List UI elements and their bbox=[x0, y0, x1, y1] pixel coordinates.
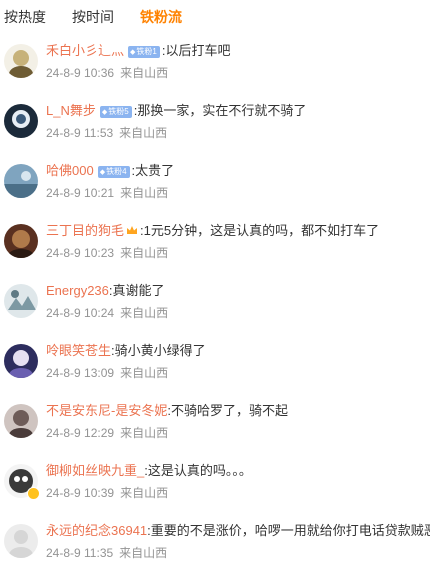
comment-line: L_N舞步 ◆铁粉5:那换一家，实在不行就不骑了 bbox=[46, 103, 307, 118]
comment-location: 来自山西 bbox=[120, 66, 169, 80]
username-link[interactable]: 三丁目的狗毛 bbox=[46, 223, 124, 238]
tab-by-hot[interactable]: 按热度 bbox=[4, 7, 46, 27]
username-link[interactable]: 哈佛000 bbox=[46, 163, 94, 178]
fan-badge: ◆铁粉1 bbox=[128, 46, 160, 58]
comment-line: 哈佛000 ◆铁粉4:太贵了 bbox=[46, 163, 175, 178]
comment-line: 三丁目的狗毛:1元5分钟，这是认真的吗，都不如打车了 bbox=[46, 223, 380, 238]
comment-line: 永远的纪念36941:重要的不是涨价，哈啰一用就给你打电话贷款贼恶心 bbox=[46, 522, 430, 540]
avatar[interactable] bbox=[4, 284, 38, 318]
username-link[interactable]: 呤眼笑苍生 bbox=[46, 343, 111, 358]
comment-text: 1元5分钟，这是认真的吗，都不如打车了 bbox=[143, 223, 380, 238]
avatar[interactable] bbox=[4, 224, 38, 258]
comment-meta: 24-8-9 11:53 来自山西 bbox=[46, 124, 167, 141]
comment-item: 三丁目的狗毛:1元5分钟，这是认真的吗，都不如打车了 24-8-9 10:23 来… bbox=[0, 222, 430, 282]
diamond-icon: ◆ bbox=[99, 169, 106, 176]
comment-time: 24-8-9 10:24 bbox=[46, 306, 115, 320]
fan-badge: ◆铁粉4 bbox=[97, 166, 130, 178]
comment-meta: 24-8-9 12:29 来自山西 bbox=[46, 424, 168, 441]
avatar[interactable] bbox=[4, 104, 38, 138]
comment-item: 禾白小彡辶灬 ◆铁粉1:以后打车吧 24-8-9 10:36 来自山西 bbox=[0, 42, 430, 102]
comment-item: 永远的纪念36941:重要的不是涨价，哈啰一用就给你打电话贷款贼恶心 24-8-… bbox=[0, 522, 430, 582]
comment-line: 呤眼笑苍生:骑小黄小绿得了 bbox=[46, 343, 206, 358]
comment-meta: 24-8-9 13:09 来自山西 bbox=[46, 364, 168, 381]
comment-item: 御柳如丝映九重_:这是认真的吗。。。 24-8-9 10:39 来自山西 bbox=[0, 462, 430, 522]
username-link[interactable]: 不是安东尼-是安冬妮 bbox=[46, 403, 167, 418]
fan-badge-label: 铁粉4 bbox=[106, 167, 127, 176]
comment-time: 24-8-9 10:23 bbox=[46, 246, 115, 260]
comment-location: 来自山西 bbox=[119, 126, 168, 140]
comment-line: 御柳如丝映九重_:这是认真的吗。。。 bbox=[46, 463, 252, 478]
comment-text: 太贵了 bbox=[135, 163, 175, 178]
comment-location: 来自山西 bbox=[120, 306, 169, 320]
comment-location: 来自山西 bbox=[120, 486, 169, 500]
crown-icon bbox=[127, 226, 138, 234]
username-link[interactable]: L_N舞步 bbox=[46, 103, 96, 118]
comment-text: 真谢能了 bbox=[112, 283, 165, 298]
comment-meta: 24-8-9 10:36 来自山西 bbox=[46, 64, 168, 81]
comment-text: 重要的不是涨价，哈啰一用就给你打电话贷款贼恶心 bbox=[150, 523, 430, 538]
avatar[interactable] bbox=[4, 404, 38, 438]
fan-badge: ◆铁粉5 bbox=[99, 106, 132, 118]
comment-time: 24-8-9 11:53 bbox=[46, 126, 114, 140]
fan-badge-label: 铁粉1 bbox=[136, 47, 157, 56]
comment-meta: 24-8-9 10:39 来自山西 bbox=[46, 484, 168, 501]
comment-meta: 24-8-9 10:21 来自山西 bbox=[46, 184, 168, 201]
comment-location: 来自山西 bbox=[120, 246, 169, 260]
username-link[interactable]: 御柳如丝映九重_ bbox=[46, 463, 144, 478]
comment-text: 不骑哈罗了，骑不起 bbox=[170, 403, 288, 418]
avatar[interactable] bbox=[4, 524, 38, 558]
comment-time: 24-8-9 13:09 bbox=[46, 366, 115, 380]
comment-line: Energy236:真谢能了 bbox=[46, 283, 165, 298]
comment-line: 不是安东尼-是安冬妮:不骑哈罗了，骑不起 bbox=[46, 403, 288, 418]
fan-badge-label: 铁粉5 bbox=[108, 107, 129, 116]
comment-item: Energy236:真谢能了 24-8-9 10:24 来自山西 bbox=[0, 282, 430, 342]
comment-item: L_N舞步 ◆铁粉5:那换一家，实在不行就不骑了 24-8-9 11:53 来自山西 bbox=[0, 102, 430, 162]
comment-meta: 24-8-9 10:24 来自山西 bbox=[46, 304, 168, 321]
username-link[interactable]: 禾白小彡辶灬 bbox=[46, 43, 124, 58]
diamond-icon: ◆ bbox=[130, 49, 136, 56]
comment-text: 以后打车吧 bbox=[165, 43, 231, 58]
comment-text: 这是认真的吗。。。 bbox=[147, 463, 252, 478]
avatar[interactable] bbox=[4, 344, 38, 378]
comment-location: 来自山西 bbox=[119, 546, 168, 560]
comment-meta: 24-8-9 10:23 来自山西 bbox=[46, 244, 168, 261]
comment-time: 24-8-9 11:35 bbox=[46, 546, 114, 560]
comment-time: 24-8-9 10:21 bbox=[46, 186, 115, 200]
verified-badge-icon bbox=[27, 487, 40, 500]
avatar[interactable] bbox=[4, 44, 38, 78]
comment-time: 24-8-9 10:36 bbox=[46, 66, 115, 80]
comment-meta: 24-8-9 11:35 来自山西 bbox=[46, 544, 167, 561]
comment-item: 呤眼笑苍生:骑小黄小绿得了 24-8-9 13:09 来自山西 bbox=[0, 342, 430, 402]
avatar[interactable] bbox=[4, 164, 38, 198]
tab-by-time[interactable]: 按时间 bbox=[72, 7, 114, 27]
comment-item: 哈佛000 ◆铁粉4:太贵了 24-8-9 10:21 来自山西 bbox=[0, 162, 430, 222]
comment-location: 来自山西 bbox=[120, 426, 169, 440]
comment-location: 来自山西 bbox=[120, 366, 169, 380]
comment-item: 不是安东尼-是安冬妮:不骑哈罗了，骑不起 24-8-9 12:29 来自山西 bbox=[0, 402, 430, 462]
comment-location: 来自山西 bbox=[120, 186, 169, 200]
diamond-icon: ◆ bbox=[101, 109, 108, 116]
comment-text: 骑小黄小绿得了 bbox=[114, 343, 206, 358]
comment-text: 那换一家，实在不行就不骑了 bbox=[137, 103, 307, 118]
comment-line: 禾白小彡辶灬 ◆铁粉1:以后打车吧 bbox=[46, 43, 231, 58]
tab-iron-fans[interactable]: 铁粉流 bbox=[140, 7, 182, 27]
username-link[interactable]: Energy236 bbox=[46, 283, 109, 298]
sort-tabs: 按热度 按时间 铁粉流 bbox=[0, 0, 430, 34]
username-link[interactable]: 永远的纪念36941 bbox=[46, 523, 147, 538]
comment-time: 24-8-9 10:39 bbox=[46, 486, 115, 500]
comment-time: 24-8-9 12:29 bbox=[46, 426, 115, 440]
